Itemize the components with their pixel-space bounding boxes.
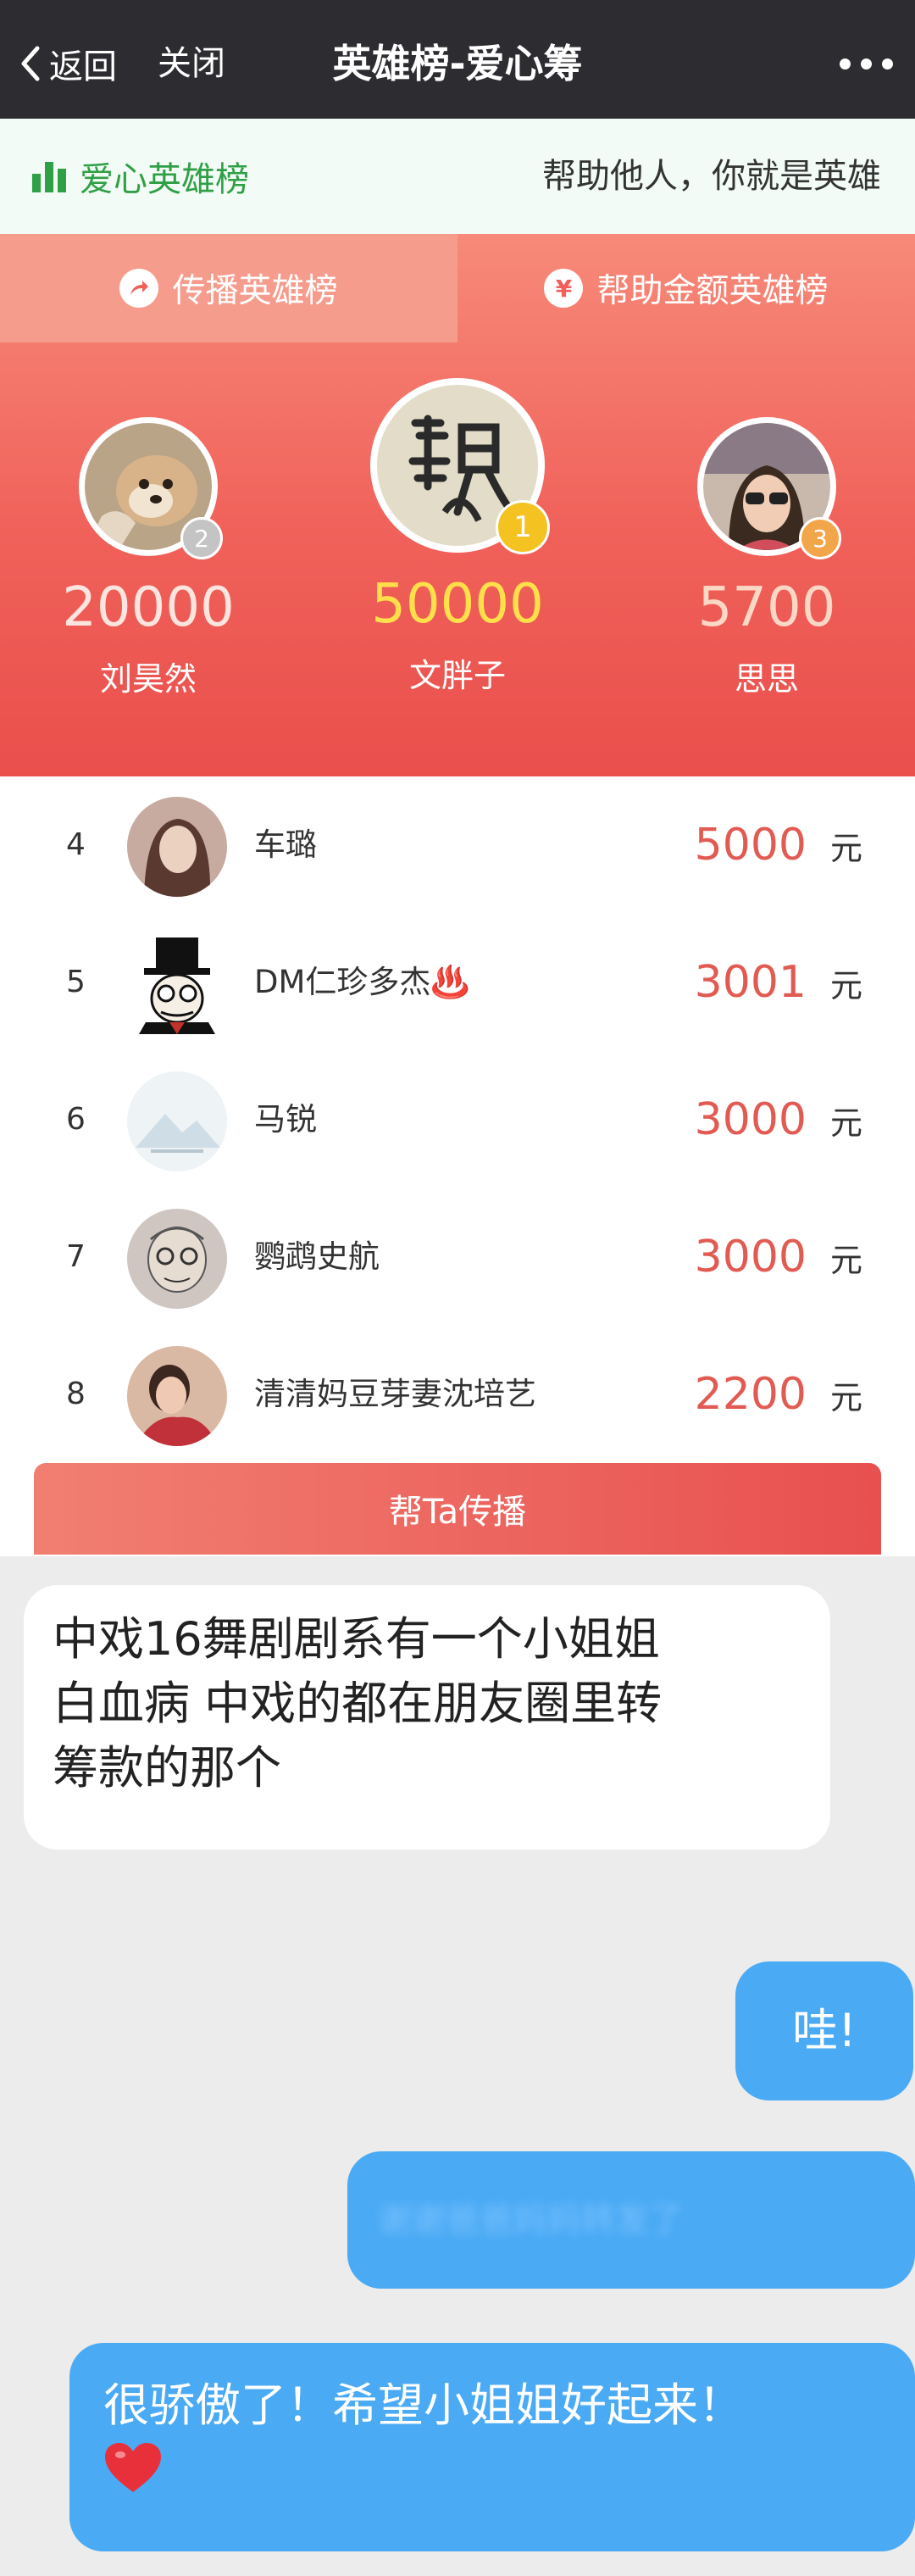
- donation-amount: 3001: [694, 957, 807, 1008]
- cartoon-hat-avatar-icon: [127, 934, 227, 1034]
- donor-name: DM仁珍多杰♨️: [254, 964, 470, 1000]
- sketch-portrait-avatar-icon: [127, 1209, 227, 1309]
- message-line: 中戏16舞剧剧系有一个小姐姐: [53, 1612, 660, 1666]
- currency-unit: 元: [829, 967, 862, 1004]
- list-item[interactable]: 7 鹦鹉史航 3000 元: [0, 1188, 915, 1326]
- more-dot-icon: [882, 58, 893, 70]
- avatar: [127, 1071, 227, 1171]
- donor-name: 清清妈豆芽妻沈培艺: [254, 1376, 536, 1412]
- podium-amount: 50000: [371, 573, 544, 636]
- message-line: 筹款的那个: [53, 1741, 281, 1794]
- currency-unit: 元: [829, 1242, 862, 1279]
- tab-share-ranking[interactable]: 传播英雄榜: [0, 234, 458, 342]
- more-dot-icon: [840, 58, 851, 70]
- chat-area: 中戏16舞剧剧系有一个小姐姐 白血病 中戏的都在朋友圈里转 筹款的那个 哇! 谢…: [0, 1556, 915, 2576]
- blurred-message-text: 谢谢爸爸妈妈转发了: [378, 2200, 683, 2239]
- leaderboard-hero: 传播英雄榜 ¥ 帮助金额英雄榜 2 20000 刘昊然 1 50000 文胖子 …: [0, 234, 915, 776]
- hero-list-header: 爱心英雄榜 帮助他人，你就是英雄: [0, 119, 915, 234]
- podium-rank-3[interactable]: 3 5700 思思: [669, 417, 864, 699]
- rank-badge: 2: [180, 517, 223, 559]
- avatar: 3: [697, 417, 841, 559]
- currency-unit: 元: [829, 830, 862, 867]
- share-arrow-icon: [119, 269, 159, 308]
- rank-number: 6: [66, 1102, 86, 1137]
- avatar: [127, 934, 227, 1034]
- tab-amount-ranking[interactable]: ¥ 帮助金额英雄榜: [458, 234, 915, 342]
- chevron-left-icon: [21, 46, 40, 81]
- list-item[interactable]: 4 车璐 5000 元: [0, 776, 915, 914]
- donor-name: 鹦鹉史航: [254, 1238, 380, 1275]
- donor-name: 车璐: [254, 826, 317, 863]
- donation-amount: 2200: [694, 1369, 807, 1420]
- landscape-avatar-icon: [127, 1071, 227, 1171]
- message-line: 白血病 中戏的都在朋友圈里转: [53, 1677, 663, 1730]
- donation-amount: 3000: [694, 1094, 807, 1145]
- person-avatar-icon: [127, 1346, 227, 1446]
- sent-message-bubble-blurred: 谢谢爸爸妈妈转发了: [347, 2151, 915, 2289]
- podium-name: 刘昊然: [99, 660, 197, 698]
- yen-icon: ¥: [544, 269, 584, 308]
- donor-name: 马锐: [254, 1101, 317, 1138]
- ranking-list: 4 车璐 5000 元 5 DM仁珍多杰♨️ 3001 元 6 马锐 3000 …: [0, 776, 915, 1556]
- tab-label: 传播英雄榜: [172, 272, 338, 310]
- podium-name: 思思: [734, 660, 799, 698]
- bar-chart-icon: [32, 160, 66, 192]
- rank-badge: 3: [799, 517, 841, 559]
- rank-number: 4: [66, 827, 86, 862]
- top-nav-bar: 返回 关闭 英雄榜-爱心筹: [0, 0, 915, 119]
- back-label: 返回: [49, 47, 117, 86]
- heart-emoji-icon: [105, 2443, 161, 2492]
- received-message-bubble: 中戏16舞剧剧系有一个小姐姐 白血病 中戏的都在朋友圈里转 筹款的那个: [24, 1585, 830, 1850]
- sent-message-bubble: 很骄傲了！希望小姐姐好起来！: [69, 2343, 915, 2551]
- rank-number: 8: [66, 1377, 86, 1411]
- brand-label: 爱心英雄榜: [80, 160, 249, 199]
- donation-amount: 5000: [694, 820, 807, 871]
- rank-number: 7: [66, 1239, 86, 1274]
- avatar: [127, 1346, 227, 1446]
- message-text: 很骄傲了！希望小姐姐好起来！: [103, 2378, 744, 2432]
- currency-unit: 元: [829, 1379, 862, 1416]
- avatar: 1: [370, 378, 550, 554]
- list-item[interactable]: 5 DM仁珍多杰♨️ 3001 元: [0, 914, 915, 1051]
- rank-number: 5: [66, 965, 86, 999]
- more-menu-button[interactable]: [840, 34, 893, 93]
- close-button[interactable]: 关闭: [158, 34, 225, 93]
- donation-amount: 3000: [694, 1232, 807, 1282]
- brand: 爱心英雄榜: [32, 119, 249, 234]
- rank-badge: 1: [496, 500, 550, 554]
- podium-name: 文胖子: [408, 657, 506, 694]
- podium-amount: 20000: [62, 576, 235, 639]
- share-button[interactable]: 帮Ta传播: [34, 1463, 881, 1555]
- podium-rank-1[interactable]: 1 50000 文胖子: [360, 378, 555, 696]
- list-item[interactable]: 6 马锐 3000 元: [0, 1051, 915, 1188]
- back-button[interactable]: 返回: [19, 34, 117, 93]
- person-avatar-icon: [127, 797, 227, 897]
- podium-rank-2[interactable]: 2 20000 刘昊然: [51, 417, 246, 699]
- list-item[interactable]: 8 清清妈豆芽妻沈培艺 2200 元: [0, 1326, 915, 1463]
- sent-message-bubble: 哇!: [735, 1961, 913, 2100]
- podium-amount: 5700: [697, 576, 836, 639]
- avatar: [127, 1209, 227, 1309]
- slogan: 帮助他人，你就是英雄: [542, 157, 881, 196]
- avatar: [127, 797, 227, 897]
- more-dot-icon: [861, 58, 872, 70]
- tab-label: 帮助金额英雄榜: [596, 272, 829, 310]
- avatar: 2: [79, 417, 223, 559]
- currency-unit: 元: [829, 1104, 862, 1142]
- page-title: 英雄榜-爱心筹: [332, 41, 583, 86]
